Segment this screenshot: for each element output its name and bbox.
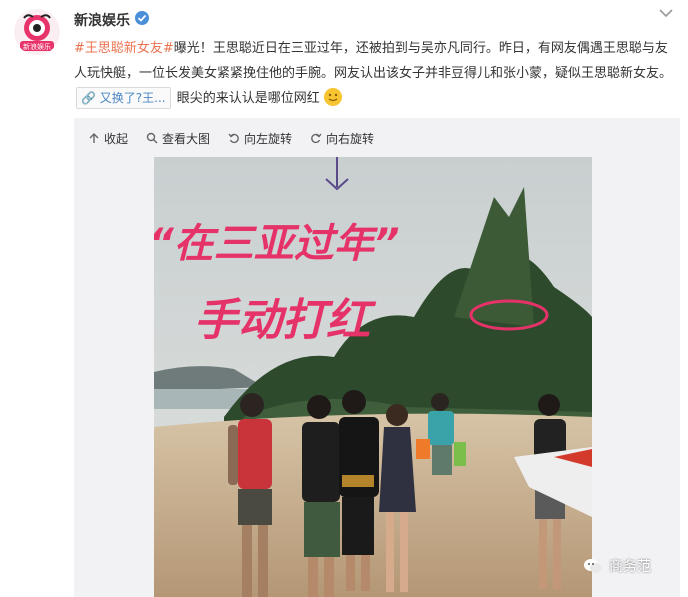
post-text-segment: 在	[277, 41, 291, 56]
beach-photo: “在三亚过年” 手动打红	[154, 157, 592, 597]
topic-tag[interactable]: #王思聪新女友#	[74, 41, 174, 56]
rotate-left-icon	[228, 133, 239, 144]
link-chip[interactable]: 🔗 又换了?王...	[76, 87, 171, 109]
collapse-button[interactable]: 收起	[88, 130, 128, 147]
rotate-right-icon	[311, 133, 322, 144]
post-highlight-2: 三亚过年	[290, 41, 343, 56]
smile-emoji-icon	[323, 87, 342, 106]
avatar-label: 新浪娱乐	[23, 42, 51, 51]
sina-eye-logo-icon: 新浪娱乐	[14, 9, 60, 55]
post-text: #王思聪新女友#曝光！王思聪近日在三亚过年，还被拍到与吴亦凡同行。昨日，有网友偶…	[74, 36, 680, 111]
view-large-button[interactable]: 查看大图	[146, 130, 210, 147]
rotate-right-button[interactable]: 向右旋转	[310, 130, 374, 147]
post-text-segment: 眼尖的来认认是哪位网红	[172, 91, 320, 106]
watermark-label: 商务范	[609, 559, 651, 575]
link-chip-label: 又换了?王...	[99, 91, 166, 105]
chevron-down-icon[interactable]	[659, 8, 673, 18]
annotation-line-1: “在三亚过年”	[154, 221, 400, 267]
magnifier-icon	[146, 132, 158, 144]
media-toolbar: 收起 查看大图 向左旋转 向右旋转	[88, 129, 374, 147]
account-name[interactable]: 新浪娱乐	[74, 10, 130, 30]
avatar[interactable]: 新浪娱乐	[14, 9, 60, 55]
rotate-right-label: 向右旋转	[326, 131, 375, 146]
arrow-up-icon	[89, 133, 99, 143]
post-photo[interactable]: “在三亚过年” 手动打红	[154, 157, 592, 597]
view-large-label: 查看大图	[162, 131, 211, 146]
annotation-line-2: 手动打红	[194, 295, 377, 346]
collapse-label: 收起	[104, 131, 129, 146]
media-box: 收起 查看大图 向左旋转 向右旋转 “在三亚过年” 手动打红	[74, 118, 680, 597]
rotate-left-label: 向左旋转	[244, 131, 293, 146]
post-highlight-1: 王思聪近日	[212, 41, 278, 56]
wechat-icon	[584, 559, 602, 573]
post-text-segment: 曝光！	[173, 41, 213, 56]
rotate-left-button[interactable]: 向左旋转	[228, 130, 292, 147]
verified-badge-icon	[135, 11, 149, 25]
watermark: 商务范	[583, 556, 651, 576]
link-icon: 🔗	[81, 91, 96, 105]
